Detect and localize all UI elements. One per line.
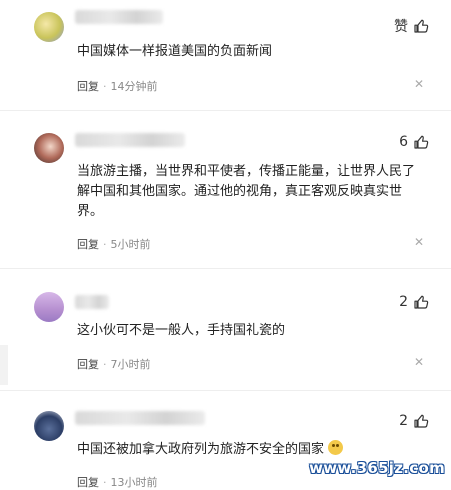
like-button[interactable]: 赞 bbox=[394, 16, 429, 36]
reply-button[interactable]: 回复 bbox=[77, 236, 99, 252]
username-blurred[interactable] bbox=[75, 295, 109, 309]
like-count: 6 bbox=[399, 134, 408, 150]
timestamp: 5小时前 bbox=[110, 238, 151, 251]
comment-meta: 回复 · 14分钟前 bbox=[77, 78, 158, 94]
like-count: 2 bbox=[399, 294, 408, 310]
close-icon[interactable]: ✕ bbox=[414, 77, 424, 91]
reply-button[interactable]: 回复 bbox=[77, 78, 99, 94]
comment-meta: 回复 · 13小时前 bbox=[77, 474, 158, 490]
comment-meta: 回复 · 7小时前 bbox=[77, 356, 151, 372]
avatar[interactable] bbox=[34, 12, 64, 42]
like-button[interactable]: 2 bbox=[399, 294, 429, 310]
username-blurred[interactable] bbox=[75, 10, 163, 24]
avatar[interactable] bbox=[34, 411, 64, 441]
left-edge-shade bbox=[0, 345, 8, 385]
comment-text: 当旅游主播，当世界和平使者，传播正能量，让世界人民了解中国和其他国家。通过他的视… bbox=[77, 164, 416, 219]
close-icon[interactable]: ✕ bbox=[414, 355, 424, 369]
comment-text: 这小伙可不是一般人，手持国礼瓷的 bbox=[77, 323, 286, 338]
like-button[interactable]: 6 bbox=[399, 134, 429, 150]
like-button[interactable]: 2 bbox=[399, 413, 429, 429]
comment-text: 中国媒体一样报道美国的负面新闻 bbox=[77, 44, 273, 59]
reply-button[interactable]: 回复 bbox=[77, 356, 99, 372]
surprised-face-emoji-icon bbox=[328, 440, 344, 455]
reply-button[interactable]: 回复 bbox=[77, 474, 99, 490]
like-count: 赞 bbox=[394, 19, 408, 35]
timestamp: 14分钟前 bbox=[110, 80, 158, 93]
timestamp: 7小时前 bbox=[110, 358, 151, 371]
site-watermark: www.365jz.com bbox=[309, 459, 445, 477]
thumbs-up-icon bbox=[414, 19, 429, 33]
avatar[interactable] bbox=[34, 133, 64, 163]
thumbs-up-icon bbox=[414, 414, 429, 428]
username-blurred[interactable] bbox=[75, 133, 185, 147]
comment-text-content: 中国还被加拿大政府列为旅游不安全的国家 bbox=[77, 442, 325, 457]
close-icon[interactable]: ✕ bbox=[414, 235, 424, 249]
comment-text: 中国还被加拿大政府列为旅游不安全的国家 bbox=[77, 440, 417, 460]
like-count: 2 bbox=[399, 413, 408, 429]
thumbs-up-icon bbox=[414, 135, 429, 149]
avatar[interactable] bbox=[34, 292, 64, 322]
divider bbox=[0, 268, 451, 269]
username-blurred[interactable] bbox=[75, 411, 205, 425]
divider bbox=[0, 110, 451, 111]
thumbs-up-icon bbox=[414, 295, 429, 309]
comment-meta: 回复 · 5小时前 bbox=[77, 236, 151, 252]
divider bbox=[0, 390, 451, 391]
timestamp: 13小时前 bbox=[110, 476, 158, 489]
